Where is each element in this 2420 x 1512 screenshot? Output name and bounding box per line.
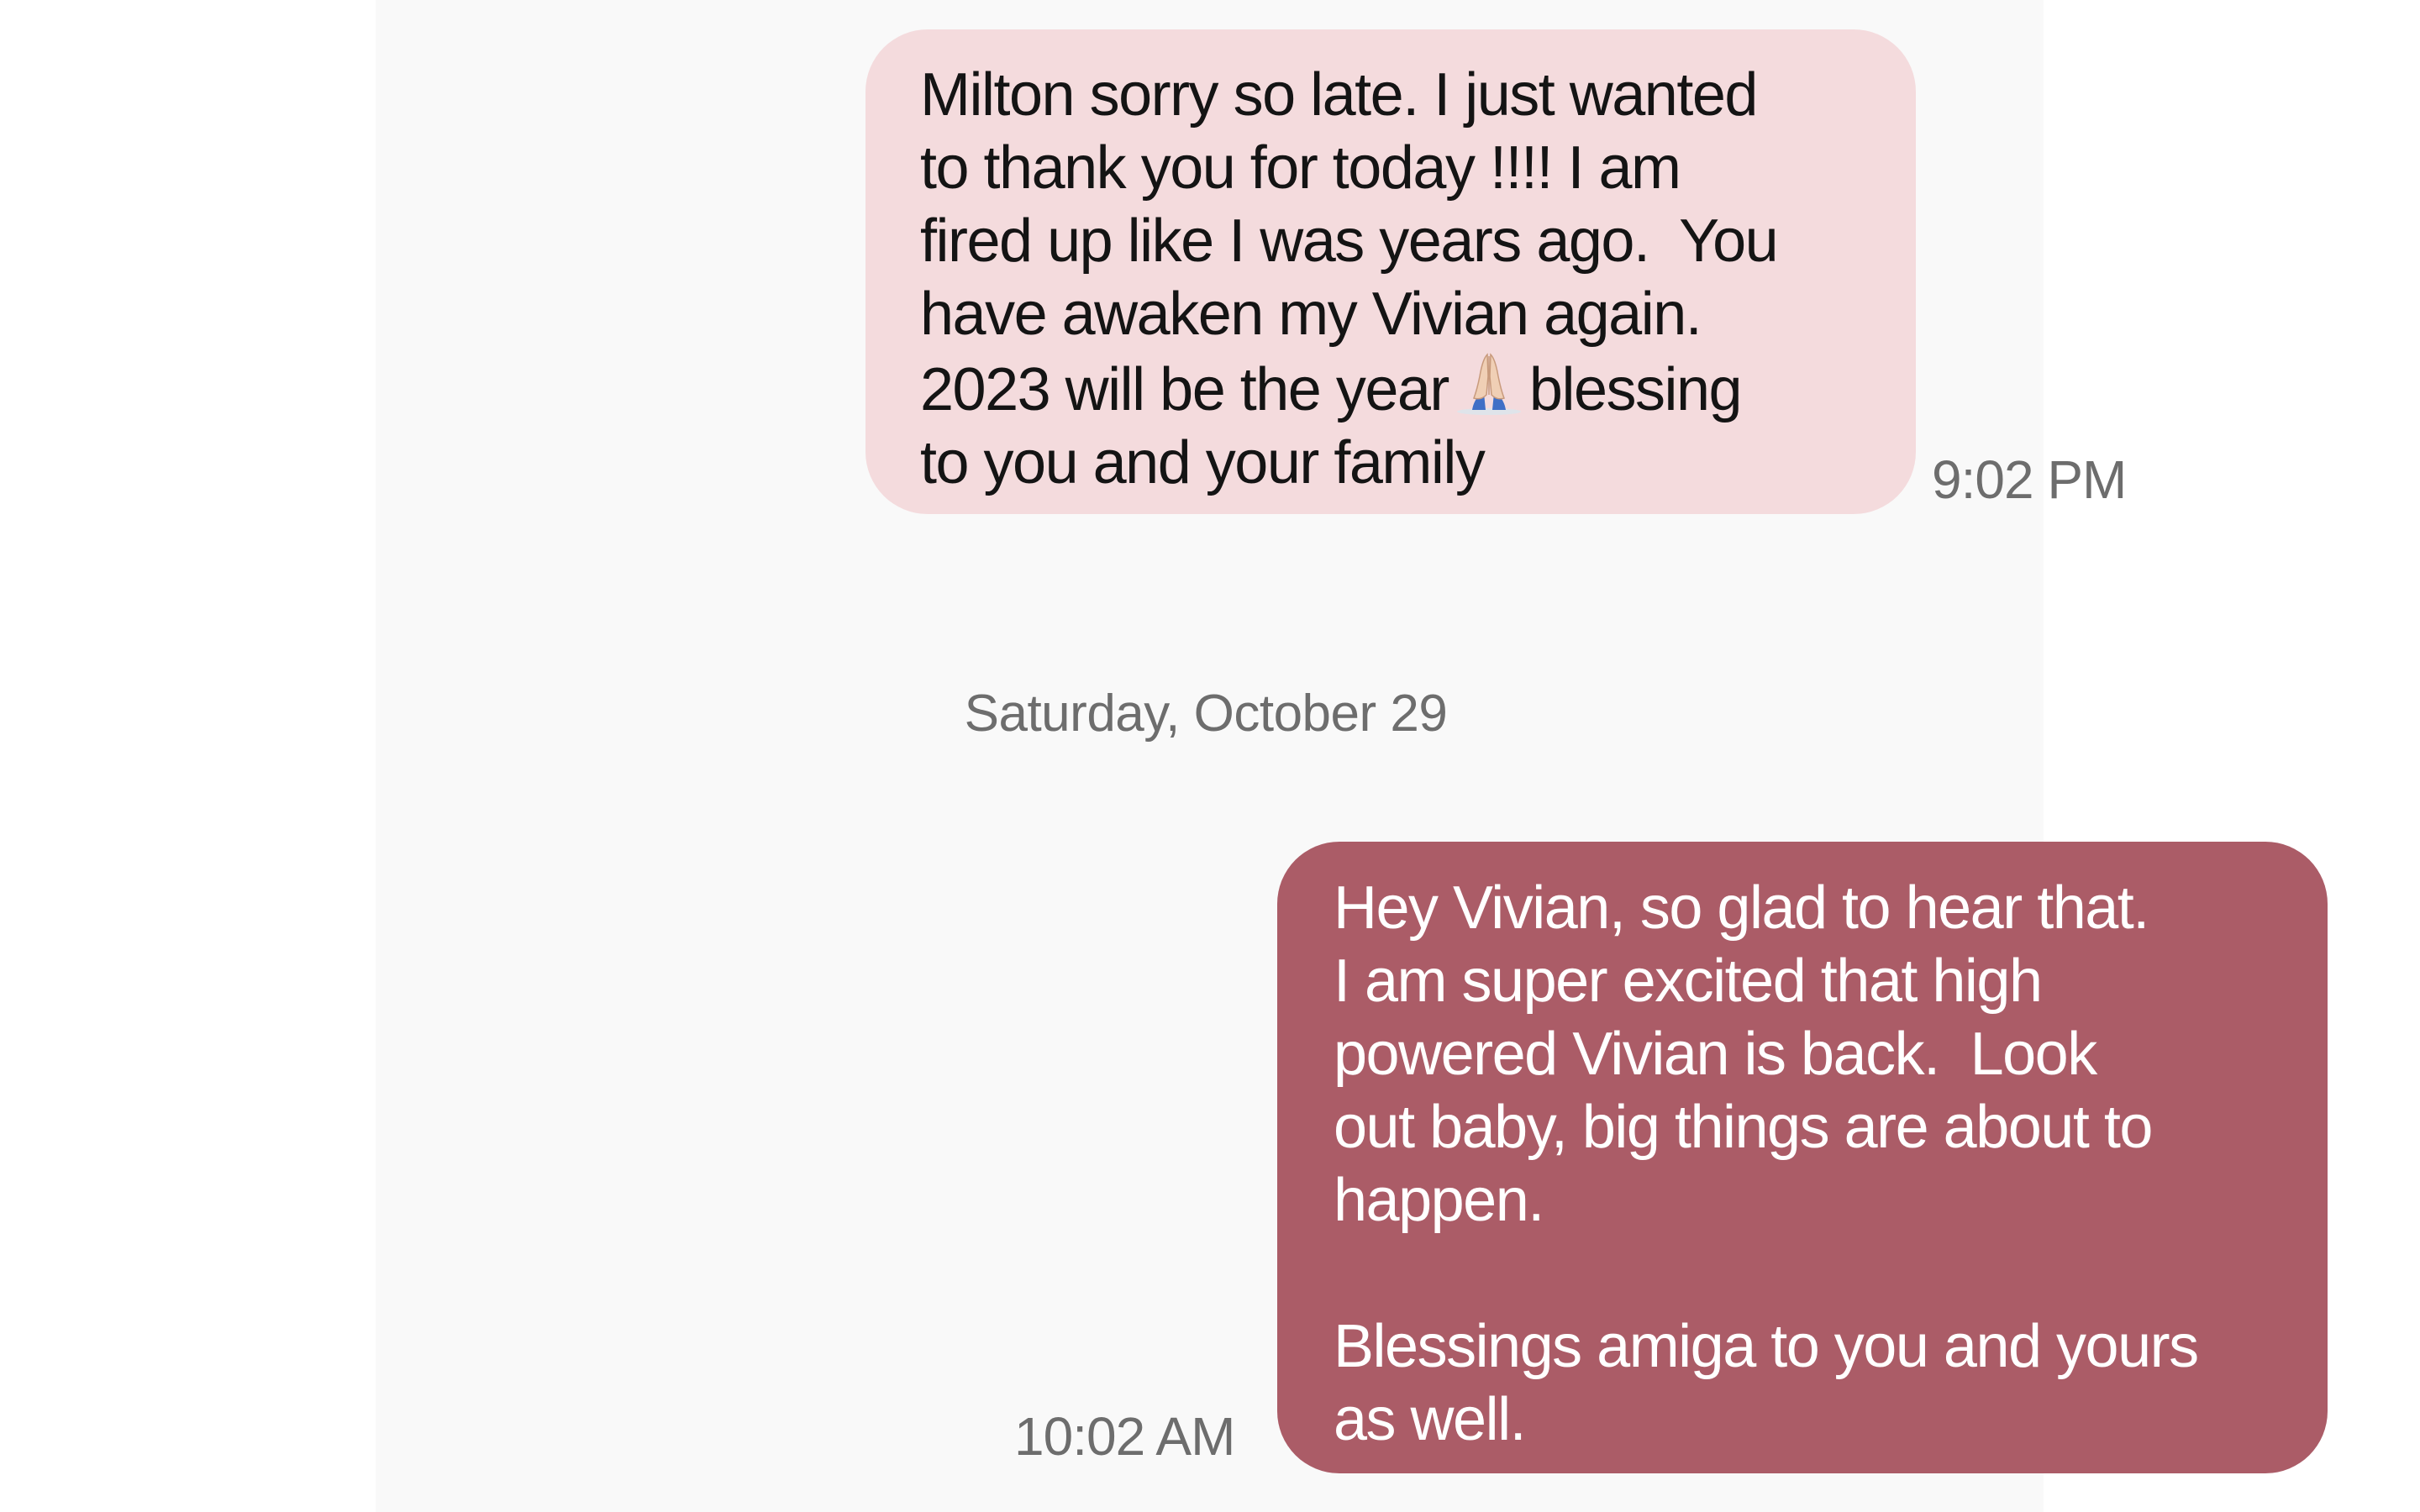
message-timestamp: 10:02 AM <box>1014 1406 1235 1467</box>
message-text: Hey Vivian, so glad to hear that. I am s… <box>1334 874 2199 1453</box>
folded-hands-emoji <box>1456 353 1521 415</box>
message-timestamp: 9:02 PM <box>1932 449 2127 510</box>
date-separator-label: Saturday, October 29 <box>964 685 1448 743</box>
conversation-view: Milton sorry so late. I just wanted to t… <box>376 0 2328 1512</box>
date-separator: Saturday, October 29 <box>0 685 2420 743</box>
outgoing-message-bubble[interactable]: Hey Vivian, so glad to hear that. I am s… <box>1277 842 2328 1473</box>
incoming-message-bubble[interactable]: Milton sorry so late. I just wanted to t… <box>865 29 1916 514</box>
